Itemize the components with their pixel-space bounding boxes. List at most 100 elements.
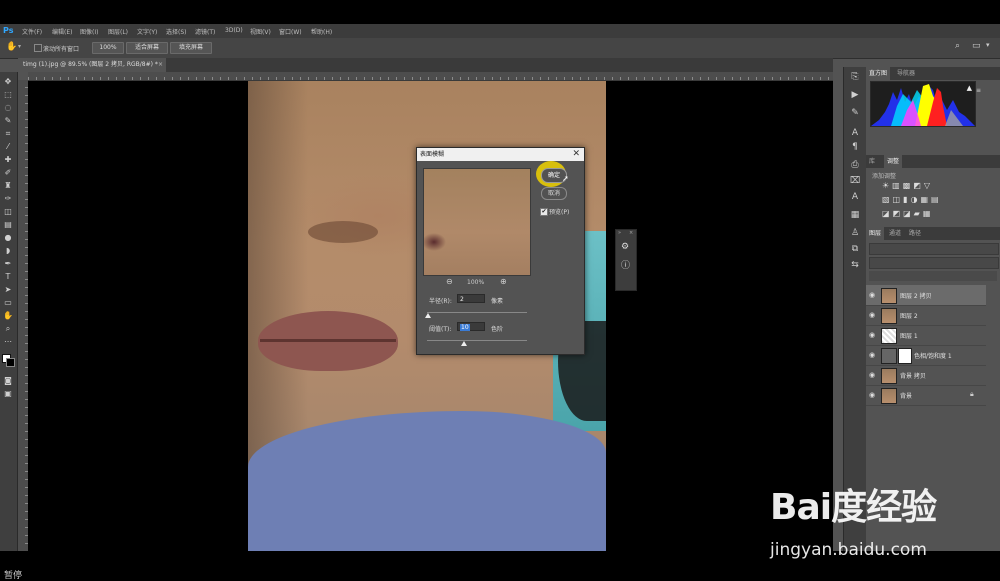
zoom-tool-icon[interactable]: ⌕	[2, 323, 14, 334]
play-icon[interactable]: ▶	[849, 89, 861, 101]
close-icon[interactable]: ×	[629, 230, 633, 236]
history-icon[interactable]: ⎘	[849, 71, 861, 83]
layer-row[interactable]: ◉ 图层 1	[866, 325, 986, 346]
tab-histogram[interactable]: 直方图	[866, 67, 891, 80]
tab-adjustments[interactable]: 调整	[884, 155, 903, 168]
chevron-down-icon[interactable]: ▾	[18, 43, 21, 50]
fit-screen-button[interactable]: 适合屏幕	[126, 42, 168, 54]
clone-source-icon[interactable]: ⎙	[849, 159, 861, 171]
close-icon[interactable]: ✕	[572, 148, 580, 161]
radius-slider-track[interactable]	[427, 312, 527, 313]
scroll-all-checkbox[interactable]	[34, 44, 42, 52]
eraser-tool-icon[interactable]: ◫	[2, 206, 14, 217]
radius-input[interactable]: 2	[457, 294, 485, 303]
menu-layer[interactable]: 图层(L)	[108, 27, 128, 36]
zoom-100-button[interactable]: 100%	[92, 42, 124, 54]
eye-icon[interactable]: ◉	[869, 291, 875, 299]
brush-tool-icon[interactable]: ✐	[2, 167, 14, 178]
zoom-out-icon[interactable]: ⊖	[446, 277, 453, 286]
adjustment-icons-row-2[interactable]: ▧◫▮◑▦▤	[882, 195, 942, 204]
menu-filter[interactable]: 滤镜(T)	[195, 27, 215, 36]
pen-tool-icon[interactable]: ✒	[2, 258, 14, 269]
menu-type[interactable]: 文字(Y)	[137, 27, 157, 36]
path-select-icon[interactable]: ➤	[2, 284, 14, 295]
menu-view[interactable]: 视图(V)	[250, 27, 271, 36]
tab-paths[interactable]: 路径	[906, 227, 924, 240]
clone-stamp-icon[interactable]: ♜	[2, 180, 14, 191]
adjust-icon[interactable]: ⇆	[849, 259, 861, 271]
move-tool-icon[interactable]: ✥	[2, 76, 14, 87]
adjustment-icons-row-1[interactable]: ☀▥▩◩▽	[882, 181, 933, 190]
paragraph-icon[interactable]: ¶	[849, 141, 861, 153]
tab-libraries[interactable]: 库	[866, 155, 878, 168]
chevron-down-icon[interactable]: ▾	[986, 41, 990, 49]
fill-screen-button[interactable]: 填充屏幕	[170, 42, 212, 54]
lock-row[interactable]	[869, 271, 997, 281]
pause-label[interactable]: 暂停	[4, 568, 22, 581]
blend-mode-row[interactable]	[869, 257, 999, 269]
history-brush-icon[interactable]: ✑	[2, 193, 14, 204]
menu-image[interactable]: 图像(I)	[80, 27, 98, 36]
marquee-tool-icon[interactable]: ⬚	[2, 89, 14, 100]
menu-select[interactable]: 选择(S)	[166, 27, 187, 36]
menu-icon[interactable]: ≡	[976, 87, 981, 94]
menu-edit[interactable]: 编辑(E)	[52, 27, 72, 36]
more-tools-icon[interactable]: ⋯	[2, 336, 14, 347]
workspace-icon[interactable]: ▭	[972, 41, 981, 51]
layer-row[interactable]: ◉ 图层 2	[866, 305, 986, 326]
puppet-icon[interactable]: ♙	[849, 227, 861, 239]
layer-row[interactable]: ◉ 背景 拷贝	[866, 365, 986, 386]
zoom-in-icon[interactable]: ⊕	[500, 277, 507, 286]
eye-icon[interactable]: ◉	[869, 371, 875, 379]
blur-tool-icon[interactable]: ●	[2, 232, 14, 243]
quick-mask-icon[interactable]: ◙	[2, 375, 14, 386]
close-icon[interactable]: ×	[158, 58, 163, 72]
crop-tool-icon[interactable]: ⌗	[2, 128, 14, 139]
search-icon[interactable]: ⌕	[955, 41, 960, 51]
cancel-button[interactable]: 取消	[541, 187, 567, 200]
type-tool-icon[interactable]: T	[2, 271, 14, 282]
quick-select-tool-icon[interactable]: ✎	[2, 115, 14, 126]
healing-brush-icon[interactable]: ✚	[2, 154, 14, 165]
menu-help[interactable]: 帮助(H)	[311, 27, 332, 36]
threshold-slider-thumb[interactable]	[461, 341, 467, 346]
dodge-tool-icon[interactable]: ◗	[2, 245, 14, 256]
layer-row[interactable]: ◉ 图层 2 拷贝	[866, 285, 986, 306]
layer-filter-bar[interactable]	[869, 243, 999, 255]
gradient-tool-icon[interactable]: ▤	[2, 219, 14, 230]
menu-window[interactable]: 窗口(W)	[279, 27, 302, 36]
menu-3d[interactable]: 3D(D)	[225, 27, 243, 34]
styles-icon[interactable]: ▦	[849, 209, 861, 221]
eye-icon[interactable]: ◉	[869, 351, 875, 359]
hand-tool-icon[interactable]: ✋	[2, 310, 14, 321]
tab-layers[interactable]: 图层	[866, 227, 885, 240]
document-tab[interactable]: timg (1).jpg @ 89.5% (图层 2 拷贝, RGB/8#) *…	[18, 58, 166, 72]
dialog-titlebar[interactable]: 表面模糊 ✕	[417, 148, 584, 161]
tab-navigator[interactable]: 导航器	[894, 67, 918, 80]
preview-checkbox[interactable]: ✔	[540, 208, 548, 216]
collapse-icon[interactable]: »	[618, 230, 621, 236]
glyphs-icon[interactable]: A	[849, 191, 861, 203]
tool-presets-icon[interactable]: ⌧	[849, 175, 861, 187]
layer-row[interactable]: ◉ 背景 🔒︎	[866, 385, 986, 406]
lasso-tool-icon[interactable]: ◌	[2, 102, 14, 113]
eye-icon[interactable]: ◉	[869, 331, 875, 339]
filter-preview[interactable]	[423, 168, 531, 276]
radius-slider-thumb[interactable]	[425, 313, 431, 318]
layer-row[interactable]: ◉ 色相/饱和度 1	[866, 345, 986, 366]
eyedropper-tool-icon[interactable]: ⁄	[2, 141, 14, 152]
threshold-slider-track[interactable]	[427, 340, 527, 341]
properties-icon[interactable]: ⚙	[621, 242, 629, 252]
eye-icon[interactable]: ◉	[869, 391, 875, 399]
threshold-input[interactable]: 10	[457, 322, 485, 331]
menu-file[interactable]: 文件(F)	[22, 27, 42, 36]
hand-tool-icon[interactable]: ✋	[6, 42, 17, 52]
adjustment-icons-row-3[interactable]: ◪◩◪▰▦	[882, 209, 933, 218]
screen-mode-icon[interactable]: ▣	[2, 388, 14, 399]
tab-channels[interactable]: 通道	[886, 227, 904, 240]
shape-tool-icon[interactable]: ▭	[2, 297, 14, 308]
character-icon[interactable]: A	[849, 127, 861, 139]
brush-presets-icon[interactable]: ✎	[849, 107, 861, 119]
eye-icon[interactable]: ◉	[869, 311, 875, 319]
info-icon[interactable]: ⓘ	[621, 258, 630, 271]
